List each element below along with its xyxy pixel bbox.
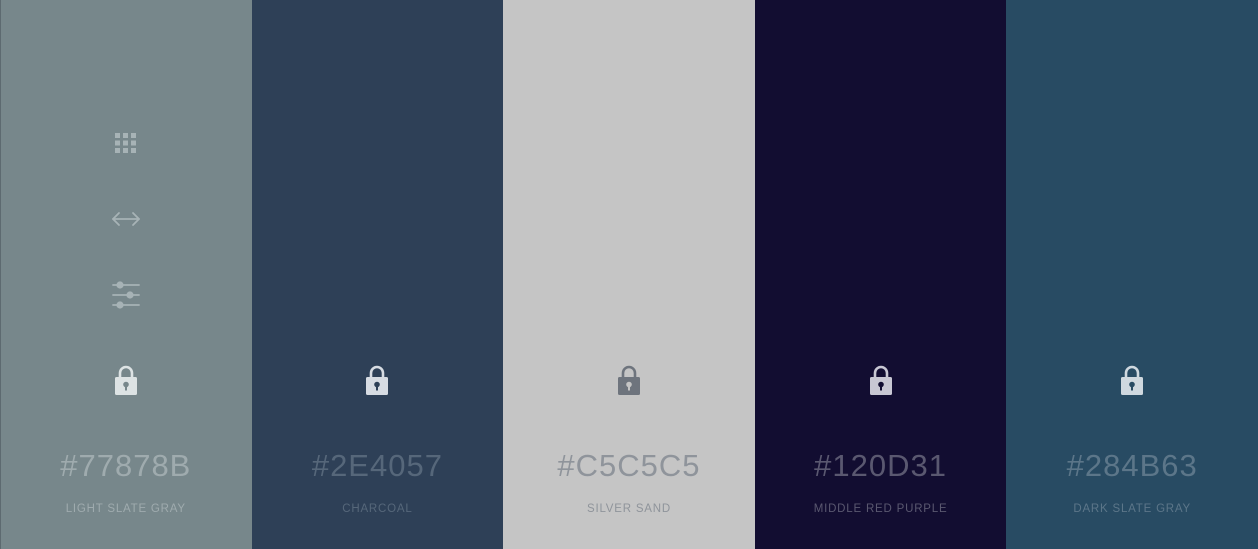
color-swatch[interactable]: #284B63 DARK SLATE GRAY bbox=[1006, 0, 1258, 549]
color-name[interactable]: CHARCOAL bbox=[252, 503, 504, 515]
view-shades-button[interactable] bbox=[109, 126, 143, 160]
hex-code[interactable]: #2E4057 bbox=[252, 448, 504, 484]
color-swatch[interactable]: #2E4057 CHARCOAL bbox=[251, 0, 504, 549]
swatch-toolbar bbox=[0, 126, 252, 354]
lock-icon bbox=[1121, 365, 1144, 395]
color-name[interactable]: LIGHT SLATE GRAY bbox=[0, 503, 252, 515]
color-name[interactable]: SILVER SAND bbox=[503, 503, 755, 515]
lock-color-button[interactable] bbox=[614, 362, 644, 398]
grid-icon bbox=[114, 133, 136, 153]
color-name[interactable]: DARK SLATE GRAY bbox=[1006, 503, 1258, 515]
color-swatch[interactable]: #C5C5C5 SILVER SAND bbox=[503, 0, 755, 549]
sliders-icon bbox=[111, 281, 140, 309]
arrows-horizontal-icon bbox=[111, 212, 140, 226]
lock-icon bbox=[617, 365, 640, 395]
lock-icon bbox=[366, 365, 389, 395]
lock-icon bbox=[869, 365, 892, 395]
color-swatch[interactable]: #77878B LIGHT SLATE GRAY bbox=[0, 0, 252, 549]
color-swatch[interactable]: #120D31 MIDDLE RED PURPLE bbox=[754, 0, 1007, 549]
lock-color-button[interactable] bbox=[111, 362, 141, 398]
color-palette: #77878B LIGHT SLATE GRAY #2E4057 CHARCOA… bbox=[0, 0, 1258, 549]
lock-icon bbox=[114, 365, 137, 395]
lock-color-button[interactable] bbox=[866, 362, 896, 398]
hex-code[interactable]: #C5C5C5 bbox=[503, 448, 755, 484]
color-name[interactable]: MIDDLE RED PURPLE bbox=[755, 503, 1007, 515]
hex-code[interactable]: #77878B bbox=[0, 448, 252, 484]
adjust-color-button[interactable] bbox=[109, 278, 143, 312]
drag-swatch-button[interactable] bbox=[109, 202, 143, 236]
lock-color-button[interactable] bbox=[362, 362, 392, 398]
lock-color-button[interactable] bbox=[1117, 362, 1147, 398]
hex-code[interactable]: #120D31 bbox=[755, 448, 1007, 484]
hex-code[interactable]: #284B63 bbox=[1006, 448, 1258, 484]
